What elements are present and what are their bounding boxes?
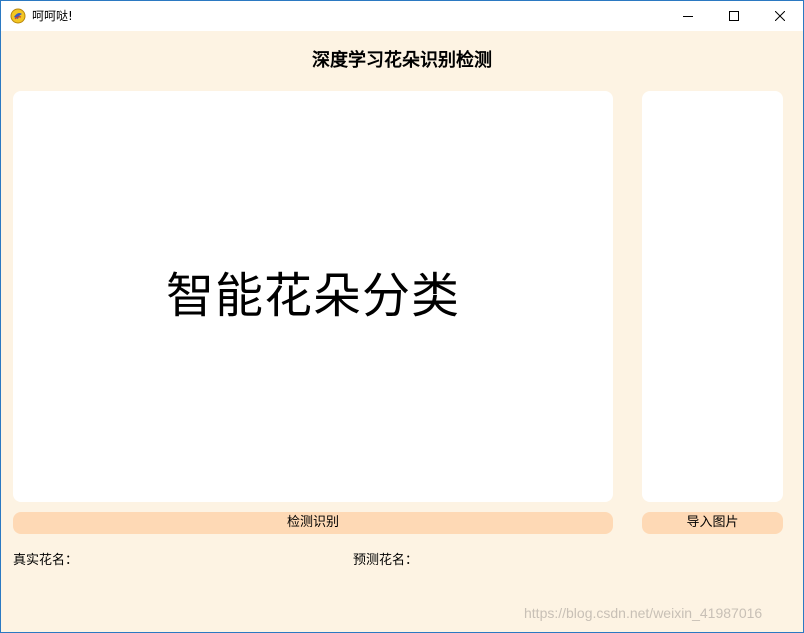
close-button[interactable] bbox=[757, 1, 803, 31]
close-icon bbox=[775, 11, 785, 21]
true-flower-name-label: 真实花名： bbox=[13, 553, 79, 568]
detect-button[interactable]: 检测识别 bbox=[13, 512, 613, 534]
watermark: https://blog.csdn.net/weixin_41987016 bbox=[524, 605, 763, 621]
title-bar[interactable]: 呵呵哒! bbox=[1, 1, 803, 31]
app-heading: 深度学习花朵识别检测 bbox=[312, 50, 492, 71]
window-title: 呵呵哒! bbox=[32, 9, 73, 23]
maximize-button[interactable] bbox=[711, 1, 757, 31]
python-feather-icon bbox=[10, 8, 26, 24]
app-window: 呵呵哒! 深度学习花朵识别检测 智能花朵分类 检测识别 导入图片 真实花名： 预… bbox=[0, 0, 804, 633]
image-display-panel: 智能花朵分类 bbox=[13, 91, 613, 502]
display-placeholder-text: 智能花朵分类 bbox=[165, 268, 460, 324]
side-preview-panel bbox=[642, 91, 783, 502]
import-image-button[interactable]: 导入图片 bbox=[642, 512, 783, 534]
minimize-button[interactable] bbox=[665, 1, 711, 31]
minimize-icon bbox=[683, 11, 693, 21]
predicted-flower-name-label: 预测花名： bbox=[353, 553, 419, 568]
maximize-icon bbox=[729, 11, 739, 21]
